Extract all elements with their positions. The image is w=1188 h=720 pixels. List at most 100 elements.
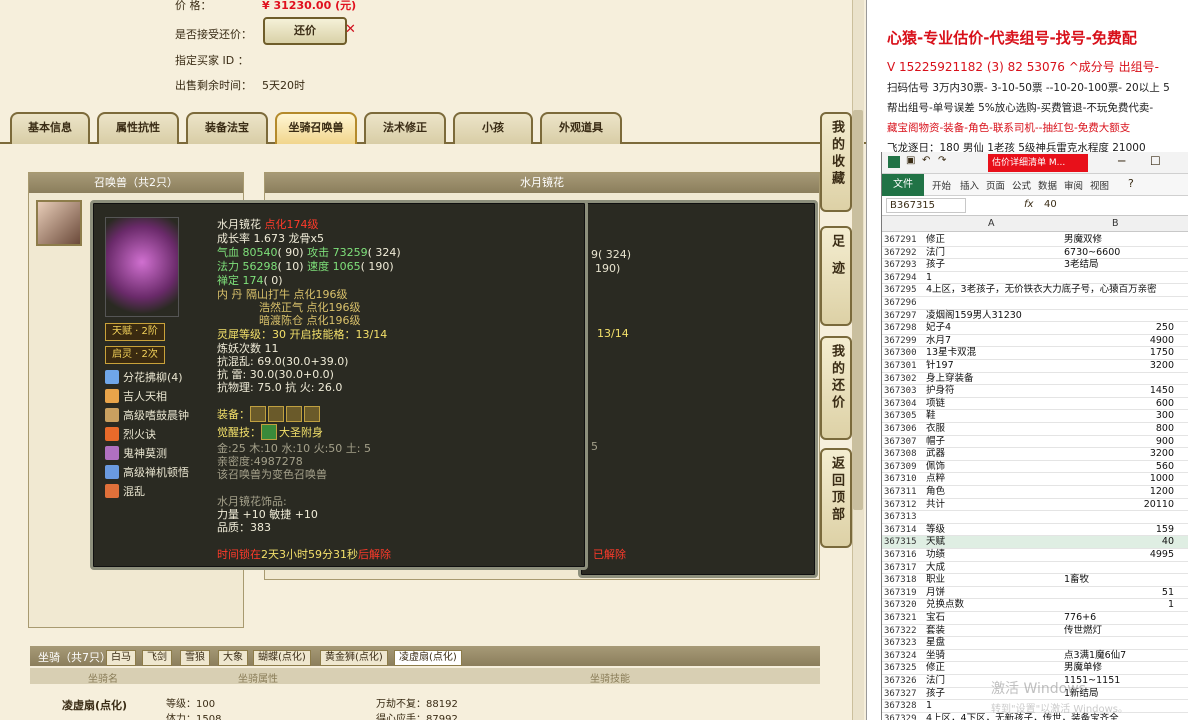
row-number[interactable]: 367302	[884, 373, 924, 386]
cell-a[interactable]: 法门	[926, 247, 1062, 260]
mount-tab[interactable]: 蝴蝶(点化)	[253, 650, 311, 666]
skill-item[interactable]: 混乱	[105, 483, 145, 501]
undo-icon[interactable]: ↶	[922, 155, 930, 166]
row-number[interactable]: 367327	[884, 688, 924, 701]
mount-tab[interactable]: 黄金狮(点化)	[320, 650, 388, 666]
skill-item[interactable]: 高级禅机顿悟	[105, 464, 189, 482]
tab-spell-correction[interactable]: 法术修正	[364, 112, 446, 144]
row-number[interactable]: 367329	[884, 713, 924, 720]
row-number[interactable]: 367304	[884, 398, 924, 411]
row-number[interactable]: 367300	[884, 347, 924, 360]
ribbon-tab[interactable]: 数据	[1038, 178, 1057, 192]
row-number[interactable]: 367315	[884, 536, 924, 549]
row-number[interactable]: 367307	[884, 436, 924, 449]
row-number[interactable]: 367299	[884, 335, 924, 348]
save-icon[interactable]: ▣	[906, 155, 915, 166]
cell-a[interactable]: 等级	[926, 524, 1062, 537]
cell-a[interactable]: 月饼	[926, 587, 1062, 600]
ribbon-tab[interactable]: 视图	[1090, 178, 1109, 192]
sheet-row[interactable]: 367303 护身符 1450	[882, 385, 1188, 398]
cell-b[interactable]: 776+6	[1064, 612, 1174, 625]
cell-b[interactable]: 4995	[1064, 549, 1174, 562]
cell-b[interactable]: 传世燃灯	[1064, 625, 1174, 638]
skill-item[interactable]: 高级嗜鼓晨钟	[105, 407, 189, 425]
row-number[interactable]: 367292	[884, 247, 924, 260]
cell-b[interactable]: 4900	[1064, 335, 1174, 348]
mount-tab[interactable]: 雪狼	[180, 650, 210, 666]
row-number[interactable]: 367291	[884, 234, 924, 247]
row-number[interactable]: 367318	[884, 574, 924, 587]
cell-a[interactable]: 修正	[926, 234, 1062, 247]
row-number[interactable]: 367297	[884, 310, 924, 323]
sheet-row[interactable]: 367315 天赋 40	[882, 536, 1188, 549]
skill-item[interactable]: 烈火诀	[105, 426, 156, 444]
cell-a[interactable]: 13星卡双混	[926, 347, 1062, 360]
tab-attributes[interactable]: 属性抗性	[97, 112, 179, 144]
sheet-row[interactable]: 367322 套装 传世燃灯	[882, 625, 1188, 638]
row-number[interactable]: 367322	[884, 625, 924, 638]
row-number[interactable]: 367309	[884, 461, 924, 474]
cell-b[interactable]: 点3满1魔6仙7	[1064, 650, 1174, 663]
row-number[interactable]: 367294	[884, 272, 924, 285]
ribbon-tab[interactable]: 页面	[986, 178, 1005, 192]
sheet-row[interactable]: 367320 兑换点数 1	[882, 599, 1188, 612]
col-b-header[interactable]: B	[1112, 218, 1119, 229]
row-number[interactable]: 367303	[884, 385, 924, 398]
cell-a[interactable]: 项链	[926, 398, 1062, 411]
sheet-row[interactable]: 367293 孩子 3老结局	[882, 259, 1188, 272]
row-number[interactable]: 367317	[884, 562, 924, 575]
cell-b[interactable]: 1	[1064, 599, 1174, 612]
cell-b[interactable]: 1200	[1064, 486, 1174, 499]
sheet-row[interactable]: 367325 修正 男魔单修	[882, 662, 1188, 675]
row-number[interactable]: 367301	[884, 360, 924, 373]
cell-b[interactable]: 250	[1064, 322, 1174, 335]
redo-icon[interactable]: ↷	[938, 155, 946, 166]
sheet-row[interactable]: 367294 1	[882, 272, 1188, 285]
row-number[interactable]: 367298	[884, 322, 924, 335]
cell-a[interactable]: 功绩	[926, 549, 1062, 562]
cell-a[interactable]: 妃子4	[926, 322, 1062, 335]
tab-mounts-summons[interactable]: 坐骑召唤兽	[275, 112, 357, 144]
row-number[interactable]: 367321	[884, 612, 924, 625]
close-icon[interactable]: ✕	[345, 22, 356, 37]
sheet-row[interactable]: 367309 佩饰 560	[882, 461, 1188, 474]
cell-a[interactable]: 兑换点数	[926, 599, 1062, 612]
cell-a[interactable]: 角色	[926, 486, 1062, 499]
sheet-row[interactable]: 367311 角色 1200	[882, 486, 1188, 499]
formula-value[interactable]: 40	[1044, 199, 1057, 210]
cell-a[interactable]: 坐骑	[926, 650, 1062, 663]
row-number[interactable]: 367314	[884, 524, 924, 537]
cell-b[interactable]: 800	[1064, 423, 1174, 436]
col-a-header[interactable]: A	[988, 218, 995, 229]
ribbon-tab[interactable]: 公式	[1012, 178, 1031, 192]
cell-b[interactable]: 51	[1064, 587, 1174, 600]
back-to-top-button[interactable]: 返回顶部	[820, 448, 852, 548]
cell-b[interactable]: 1畜牧	[1064, 574, 1174, 587]
cell-b[interactable]: 6730~6600	[1064, 247, 1174, 260]
cell-a[interactable]: 天赋	[926, 536, 1062, 549]
row-number[interactable]: 367312	[884, 499, 924, 512]
ribbon-tab[interactable]: 审阅	[1064, 178, 1083, 192]
page-scroll-thumb[interactable]	[853, 110, 863, 510]
sheet-row[interactable]: 367304 项链 600	[882, 398, 1188, 411]
sheet-row[interactable]: 367317 大成	[882, 562, 1188, 575]
row-number[interactable]: 367323	[884, 637, 924, 650]
cell-a[interactable]: 身上穿装备	[926, 373, 1062, 386]
sheet-row[interactable]: 367307 帽子 900	[882, 436, 1188, 449]
cell-a[interactable]: 大成	[926, 562, 1062, 575]
cell-a[interactable]: 宝石	[926, 612, 1062, 625]
skill-item[interactable]: 吉人天相	[105, 388, 167, 406]
cell-a[interactable]: 水月7	[926, 335, 1062, 348]
equip-icon[interactable]	[304, 406, 320, 422]
name-box[interactable]: B367315	[886, 198, 966, 213]
cell-b[interactable]: 159	[1064, 524, 1174, 537]
cell-b[interactable]: 3200	[1064, 360, 1174, 373]
cell-b[interactable]: 1750	[1064, 347, 1174, 360]
summon-avatar[interactable]	[36, 200, 82, 246]
mount-tab-active[interactable]: 凌虚扇(点化)	[394, 650, 462, 666]
tab-basic-info[interactable]: 基本信息	[10, 112, 90, 144]
mount-tab[interactable]: 白马	[106, 650, 136, 666]
cell-a[interactable]: 衣服	[926, 423, 1062, 436]
skill-item[interactable]: 分花拂柳(4)	[105, 369, 183, 387]
row-number[interactable]: 367293	[884, 259, 924, 272]
